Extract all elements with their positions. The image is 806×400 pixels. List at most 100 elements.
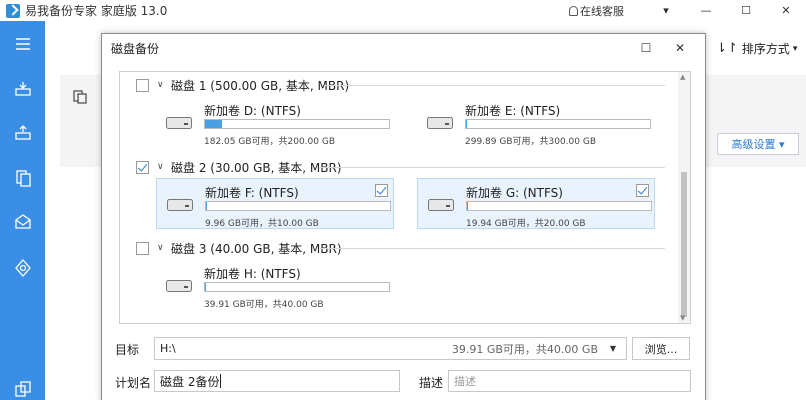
scroll-up-icon[interactable]: ▲: [680, 73, 685, 81]
partition-name: 新加卷 G: (NTFS): [466, 186, 563, 200]
partition-usage-fill: [467, 202, 468, 210]
chevron-down-icon[interactable]: ∨: [157, 162, 167, 172]
sort-icon: ⇂↾: [716, 41, 738, 56]
backup-icon: [14, 82, 31, 96]
sidebar-item-more[interactable]: [0, 369, 45, 400]
clone-icon: [15, 170, 31, 187]
copy-icon: [14, 381, 31, 397]
disk-checkbox[interactable]: [136, 241, 149, 255]
minimize-icon: —: [700, 4, 712, 17]
partition-size: 9.96 GB可用，共10.00 GB: [205, 219, 319, 229]
divider: [320, 248, 665, 249]
dialog-title: 磁盘备份: [111, 41, 160, 56]
partition-size: 182.05 GB可用，共200.00 GB: [204, 137, 336, 147]
disk-title: 磁盘 1 (500.00 GB, 基本, MBR): [171, 78, 350, 93]
chevron-down-icon: ▾: [663, 4, 669, 17]
scroll-down-icon[interactable]: ▼: [680, 314, 685, 322]
partition-name: 新加卷 H: (NTFS): [204, 267, 301, 281]
menu-icon: [15, 38, 30, 50]
maximize-icon: ☐: [741, 4, 751, 17]
minimize-button[interactable]: —: [686, 0, 726, 21]
maximize-icon: ☐: [640, 41, 652, 55]
sidebar: [0, 21, 45, 400]
partition-usage-fill: [466, 120, 467, 128]
sidebar-menu-button[interactable]: [0, 24, 45, 64]
close-button[interactable]: ✕: [766, 0, 806, 21]
text-caret: [220, 374, 222, 388]
app-menu-dropdown-button[interactable]: ▾: [646, 0, 686, 21]
partition-usage-fill: [206, 202, 207, 210]
drive-icon: [427, 117, 453, 129]
titlebar-controls: 在线客服 ▾ — ☐ ✕: [569, 0, 806, 21]
target-select[interactable]: H:\ 39.91 GB可用，共40.00 GB ▼: [154, 337, 627, 360]
partition-name: 新加卷 D: (NTFS): [204, 104, 301, 118]
disk-header: ∨ 磁盘 3 (40.00 GB, 基本, MBR): [136, 238, 342, 258]
disk-header: ∨ 磁盘 2 (30.00 GB, 基本, MBR): [136, 157, 342, 177]
headset-icon: [569, 5, 578, 16]
advanced-settings-button[interactable]: 高级设置 ▾: [717, 133, 799, 155]
mail-icon: [14, 214, 31, 229]
partition-size: 19.94 GB可用，共20.00 GB: [466, 219, 586, 229]
partition-usage-bar: [466, 201, 652, 211]
online-support-label: 在线客服: [580, 4, 624, 18]
vertical-scrollbar[interactable]: ▲ ▼: [678, 72, 690, 323]
partition-item[interactable]: 新加卷 H: (NTFS) 39.91 GB可用，共40.00 GB: [156, 260, 394, 311]
target-label: 目标: [115, 343, 140, 357]
description-placeholder: 描述: [454, 375, 476, 388]
sidebar-item-tools[interactable]: [0, 248, 45, 288]
restore-icon: [14, 125, 31, 140]
partition-checkbox[interactable]: [375, 184, 388, 197]
divider: [320, 167, 665, 168]
dialog-maximize-button[interactable]: ☐: [633, 38, 659, 58]
browse-button[interactable]: 浏览...: [632, 337, 690, 360]
plan-name-input[interactable]: 磁盘 2备份: [154, 370, 400, 392]
disk-list: ∨ 磁盘 1 (500.00 GB, 基本, MBR) 新加卷 D: (NTFS…: [119, 71, 691, 324]
partition-usage-bar: [204, 119, 390, 129]
disk-checkbox[interactable]: [136, 160, 149, 174]
chevron-down-icon[interactable]: ∨: [157, 80, 167, 90]
partition-item[interactable]: 新加卷 E: (NTFS) 299.89 GB可用，共300.00 GB: [417, 97, 655, 148]
partition-item[interactable]: 新加卷 F: (NTFS) 9.96 GB可用，共10.00 GB: [156, 178, 394, 229]
copy-icon: [73, 90, 87, 104]
drive-icon: [428, 199, 454, 211]
partition-checkbox[interactable]: [636, 184, 649, 197]
partition-usage-fill: [205, 120, 222, 128]
partition-size: 299.89 GB可用，共300.00 GB: [465, 137, 597, 147]
partition-usage-bar: [465, 119, 651, 129]
partition-item[interactable]: 新加卷 D: (NTFS) 182.05 GB可用，共200.00 GB: [156, 97, 394, 148]
partition-size: 39.91 GB可用，共40.00 GB: [204, 300, 324, 310]
partition-item[interactable]: 新加卷 G: (NTFS) 19.94 GB可用，共20.00 GB: [417, 178, 655, 229]
dialog-titlebar: 磁盘备份 ☐ ✕: [102, 34, 705, 62]
sidebar-item-mail[interactable]: [0, 202, 45, 242]
disk-checkbox[interactable]: [136, 78, 149, 92]
maximize-button[interactable]: ☐: [726, 0, 766, 21]
partition-name: 新加卷 F: (NTFS): [205, 186, 299, 200]
chevron-down-icon[interactable]: ▼: [610, 344, 616, 353]
close-icon: ✕: [781, 4, 791, 17]
chevron-down-icon[interactable]: ∨: [157, 243, 167, 253]
app-titlebar: 易我备份专家 家庭版 13.0 在线客服 ▾ — ☐ ✕: [0, 0, 806, 21]
sidebar-item-restore[interactable]: [0, 113, 45, 153]
plan-name-value: 磁盘 2备份: [160, 374, 220, 389]
divider: [325, 85, 665, 86]
partition-usage-bar: [205, 201, 391, 211]
chevron-down-icon: ▾: [792, 43, 798, 54]
dialog-close-button[interactable]: ✕: [667, 38, 693, 58]
online-support-button[interactable]: 在线客服: [569, 3, 624, 19]
sidebar-item-backup[interactable]: [0, 69, 45, 109]
disk-backup-dialog: 磁盘备份 ☐ ✕ ∨ 磁盘 1 (500.00 GB, 基本, MBR) 新加卷…: [101, 33, 706, 400]
drive-icon: [166, 280, 192, 292]
app-title: 易我备份专家 家庭版 13.0: [25, 4, 168, 18]
scroll-thumb[interactable]: [681, 172, 687, 317]
disk-header: ∨ 磁盘 1 (500.00 GB, 基本, MBR): [136, 75, 349, 95]
description-input[interactable]: 描述: [448, 370, 691, 392]
partition-usage-fill: [205, 283, 206, 291]
sidebar-item-clone[interactable]: [0, 158, 45, 198]
sort-button[interactable]: ⇂↾ 排序方式 ▾: [716, 40, 797, 57]
drive-icon: [167, 199, 193, 211]
target-value: H:\: [160, 342, 176, 355]
partition-usage-bar: [204, 282, 390, 292]
disk-title: 磁盘 3 (40.00 GB, 基本, MBR): [171, 241, 342, 256]
drive-icon: [166, 117, 192, 129]
target-space: 39.91 GB可用，共40.00 GB: [451, 342, 598, 356]
